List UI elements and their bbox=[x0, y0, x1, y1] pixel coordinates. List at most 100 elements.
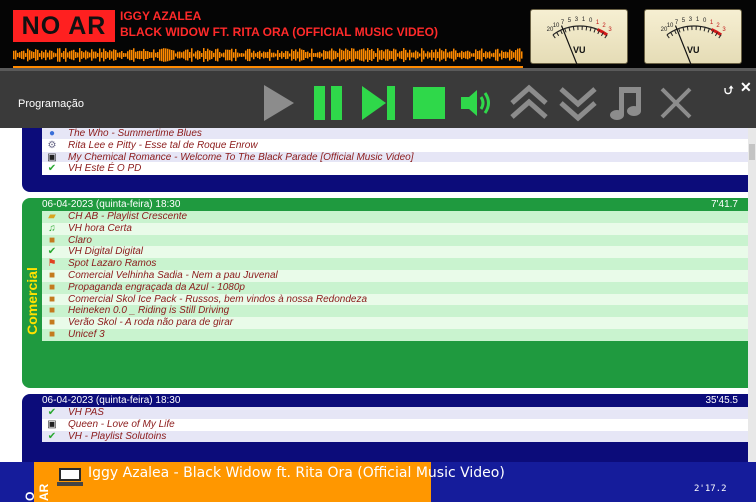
on-air-time: 2'17.2 bbox=[694, 484, 727, 494]
now-playing-header: NO AR IGGY AZALEA BLACK WIDOW FT. RITA O… bbox=[0, 0, 756, 68]
playlist-item[interactable]: ▣ Queen - Love of My Life bbox=[42, 418, 748, 431]
vu-scale-label: 3 bbox=[722, 27, 726, 33]
vu-scale-label: 3 bbox=[608, 27, 612, 33]
playlist-block-next: 06-04-2023 (quinta-feira) 18:30 35'45.5 … bbox=[22, 394, 748, 462]
playlist-item[interactable]: ⚙ Rita Lee e Pitty - Esse tal de Roque En… bbox=[42, 139, 748, 152]
vu-scale-label: 7 bbox=[675, 20, 679, 26]
item-title: VH hora Certa bbox=[68, 222, 132, 234]
vu-scale-label: 0 bbox=[589, 18, 593, 24]
item-title: Unicef 3 bbox=[68, 328, 105, 340]
check-icon: ✔ bbox=[47, 163, 57, 175]
playlist-item[interactable]: ✔ VH Digital Digital bbox=[42, 246, 748, 259]
block-date: 06-04-2023 (quinta-feira) 18:30 bbox=[42, 395, 181, 406]
package-icon: ■ bbox=[48, 328, 56, 340]
block-duration: 7'41.7 bbox=[711, 199, 738, 210]
move-up-icon[interactable] bbox=[508, 81, 550, 125]
cd-icon: ● bbox=[48, 128, 56, 139]
playlist-block-commercial: 06-04-2023 (quinta-feira) 18:30 7'41.7 C… bbox=[22, 198, 748, 388]
now-playing-artist: IGGY AZALEA bbox=[120, 9, 202, 23]
playlist-item[interactable]: ✔ VH Este É O PD bbox=[42, 163, 748, 176]
block-duration: 35'45.5 bbox=[705, 395, 739, 406]
playlist-block-previous: ● The Who - Summertime Blues ⚙ Rita Lee e … bbox=[22, 128, 748, 192]
pin-icon[interactable]: ⮍ bbox=[724, 81, 734, 102]
playlist-item[interactable]: ● The Who - Summertime Blues bbox=[42, 128, 748, 140]
playlist-item[interactable]: ✔ VH PAS bbox=[42, 407, 748, 419]
playlist-item[interactable]: ■ Propaganda engraçada da Azul - 1080p bbox=[42, 281, 748, 294]
vu-meter-left-dial: 2010 7 5 3 1 0 1 23 bbox=[547, 17, 612, 65]
scrollbar-thumb[interactable] bbox=[749, 144, 755, 160]
playlist: ● The Who - Summertime Blues ⚙ Rita Lee e … bbox=[0, 128, 756, 462]
on-air-bar: O AR Iggy Azalea - Black Widow ft. Rita … bbox=[0, 462, 756, 502]
vu-scale-label: 1 bbox=[696, 17, 700, 23]
playlist-item[interactable]: ■ Comercial Velhinha Sadia - Nem a pau Ju… bbox=[42, 269, 748, 282]
block-header: 06-04-2023 (quinta-feira) 18:30 7'41.7 bbox=[22, 198, 748, 211]
play-icon[interactable] bbox=[258, 81, 300, 125]
playlist-item[interactable]: ▰ CH AB - Playlist Crescente bbox=[42, 211, 748, 223]
check-icon: ✔ bbox=[47, 430, 57, 442]
item-title: VH PAS bbox=[68, 407, 104, 418]
item-title: Comercial Skol Ice Pack - Russos, bem vi… bbox=[68, 293, 368, 305]
playlist-item[interactable]: ✔ VH - Playlist Solutoins bbox=[42, 430, 748, 443]
volume-icon[interactable] bbox=[455, 81, 497, 125]
item-title: Queen - Love of My Life bbox=[68, 418, 175, 430]
vu-scale-label: 1 bbox=[710, 20, 714, 26]
skip-next-icon[interactable] bbox=[358, 81, 400, 125]
playlist-item[interactable]: ♫ VH hora Certa bbox=[42, 222, 748, 235]
music-note-icon[interactable] bbox=[605, 81, 647, 125]
computer-icon bbox=[57, 468, 83, 486]
item-title: VH Digital Digital bbox=[68, 246, 144, 258]
computer-icon: ▣ bbox=[47, 151, 57, 163]
playlist-item[interactable]: ■ Heineken 0.0 _ Riding is Still Driving bbox=[42, 305, 748, 318]
folder-icon: ▰ bbox=[48, 211, 56, 222]
playlist-scrollbar[interactable] bbox=[748, 128, 756, 462]
move-down-icon[interactable] bbox=[557, 81, 599, 125]
item-title: Spot Lazaro Ramos bbox=[68, 258, 157, 270]
section-label: Programação bbox=[18, 98, 85, 110]
vu-scale-label: 5 bbox=[568, 18, 572, 24]
package-icon: ■ bbox=[48, 281, 56, 293]
check-icon: ✔ bbox=[47, 407, 57, 418]
playlist-item[interactable]: ■ Unicef 3 bbox=[42, 328, 748, 341]
close-icon[interactable] bbox=[655, 81, 697, 125]
vu-scale-label: 1 bbox=[582, 17, 586, 23]
playlist-item[interactable]: ■ Verão Skol - A roda não para de girar bbox=[42, 317, 748, 329]
item-title: Propaganda engraçada da Azul - 1080p bbox=[68, 281, 245, 293]
playback-toolbar: Programação ⮍ ✕ bbox=[0, 68, 756, 128]
check-icon: ✔ bbox=[47, 246, 57, 258]
waveform bbox=[13, 48, 523, 68]
item-title: Claro bbox=[68, 234, 92, 246]
playlist-item[interactable]: ▣ My Chemical Romance - Welcome To The Bl… bbox=[42, 151, 748, 164]
now-playing-title: BLACK WIDOW FT. RITA ORA (OFFICIAL MUSIC… bbox=[120, 25, 438, 39]
playlist-item[interactable]: ■ Claro bbox=[42, 234, 748, 247]
music-note-icon: ♫ bbox=[48, 222, 56, 234]
item-title: Rita Lee e Pitty - Esse tal de Roque Enr… bbox=[68, 139, 258, 151]
item-title: VH Este É O PD bbox=[68, 163, 142, 175]
window-close-icon[interactable]: ✕ bbox=[740, 79, 752, 96]
vu-scale-label: 1 bbox=[596, 20, 600, 26]
item-title: VH - Playlist Solutoins bbox=[68, 430, 167, 442]
vu-scale-label: 2 bbox=[602, 23, 606, 29]
settings-icon: ⚙ bbox=[47, 139, 57, 151]
vu-meter-right-dial: 2010 7 5 3 1 0 1 23 bbox=[661, 17, 726, 65]
on-air-side-label: O AR bbox=[23, 483, 51, 501]
block-date: 06-04-2023 (quinta-feira) 18:30 bbox=[42, 199, 181, 210]
pause-icon[interactable] bbox=[308, 81, 350, 125]
computer-icon: ▣ bbox=[47, 418, 57, 430]
on-air-title: Iggy Azalea - Black Widow ft. Rita Ora (… bbox=[88, 465, 505, 481]
vu-scale-label: 0 bbox=[703, 18, 707, 24]
vu-scale-label: 10 bbox=[667, 23, 674, 29]
package-icon: ■ bbox=[48, 317, 56, 329]
block-category-label: Comercial bbox=[24, 267, 40, 335]
app-window: NO AR IGGY AZALEA BLACK WIDOW FT. RITA O… bbox=[0, 0, 756, 502]
vu-label-left: VU bbox=[573, 45, 586, 55]
playlist-item[interactable]: ■ Comercial Skol Ice Pack - Russos, bem v… bbox=[42, 293, 748, 306]
vu-scale-label: 7 bbox=[561, 20, 565, 26]
stop-icon[interactable] bbox=[408, 81, 450, 125]
flag-icon: ⚑ bbox=[47, 258, 57, 270]
on-air-indicator: NO AR bbox=[13, 10, 115, 42]
item-title: CH AB - Playlist Crescente bbox=[68, 211, 188, 222]
package-icon: ■ bbox=[48, 269, 56, 281]
playlist-item[interactable]: ⚑ Spot Lazaro Ramos bbox=[42, 258, 748, 270]
vu-meter-right: 20 10 7 5 3 1 0 1 2 3 VU bbox=[644, 9, 742, 65]
item-title: Heineken 0.0 _ Riding is Still Driving bbox=[68, 305, 230, 317]
